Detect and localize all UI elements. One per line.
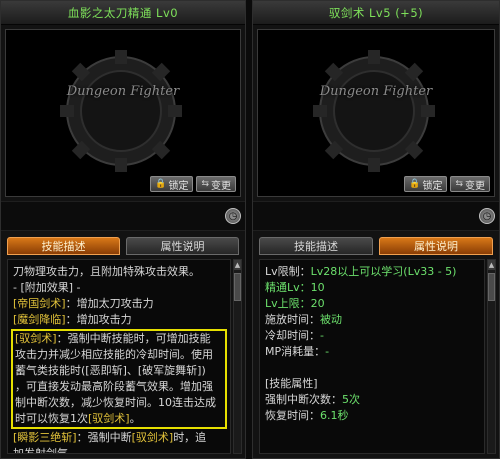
tab-attr-desc[interactable]: 属性说明 <box>379 237 493 255</box>
attr-value: 5次 <box>342 393 360 406</box>
attr-label: 施放时间： <box>265 313 320 326</box>
transfer-icon: ⇆ <box>201 179 209 189</box>
attr-label: MP消耗量： <box>265 345 326 358</box>
scroll-thumb[interactable] <box>234 273 241 301</box>
skill-panel-left: 血影之太刀精通 Lv0 Dungeon Fighter 🔒 锁定 ⇆ 变更 ◷ 技能… <box>0 0 246 459</box>
transfer-button[interactable]: ⇆ 变更 <box>450 176 490 192</box>
highlighted-effect-box: [驭剑术]：强制中断技能时，可增加技能 攻击力并减少相应技能的冷却时间。使用 蓄… <box>11 329 227 429</box>
tab-attr-desc[interactable]: 属性说明 <box>126 237 239 255</box>
attr-value: 被动 <box>320 313 342 326</box>
skill-panel-right: 驭剑术 Lv5 (+5) Dungeon Fighter 🔒 锁定 ⇆ 变更 ◷ 技… <box>252 0 500 459</box>
effect-text: 时可以恢复1次 <box>15 412 88 425</box>
ribbon-bar <box>1 201 245 231</box>
effect-name: [驭剑术] <box>131 431 174 444</box>
attr-label: 冷却时间： <box>265 329 320 342</box>
attr-value: Lv28以上可以学习(Lv33 - 5) <box>310 265 457 278</box>
effect-text: ：增加太刀攻击力 <box>65 297 154 310</box>
skill-preview: Dungeon Fighter 🔒 锁定 ⇆ 变更 <box>257 29 495 197</box>
watermark-text: Dungeon Fighter <box>319 84 433 99</box>
lock-button[interactable]: 🔒 锁定 <box>404 176 448 192</box>
effect-name: [驭剑术] <box>15 332 57 345</box>
lock-icon: 🔒 <box>155 179 167 189</box>
gear-emblem-icon <box>313 50 435 172</box>
skill-attributes: Lv限制：Lv28以上可以学习(Lv33 - 5) 精通Lv：10 Lv上限：2… <box>259 259 485 454</box>
attr-value: - <box>320 329 324 342</box>
attr-label: Lv限制： <box>265 265 311 278</box>
scroll-up-icon[interactable]: ▲ <box>488 260 495 270</box>
extra-effects-header: - [附加效果] - <box>13 281 81 294</box>
effect-name: [帝国剑术] <box>13 297 66 310</box>
skill-description: 刀物理攻击力，且附加特殊攻击效果。 - [附加效果] - [帝国剑术]：增加太刀… <box>7 259 231 454</box>
transfer-icon: ⇆ <box>455 179 463 189</box>
effect-text: ：增加攻击力 <box>65 313 132 326</box>
lock-label: 锁定 <box>422 180 443 192</box>
effect-text: ：强制中断技能时，可增加技能 <box>56 332 211 345</box>
effect-text: 时，追 <box>173 431 207 444</box>
attr-label: 强制中断次数： <box>265 393 342 406</box>
skill-title: 驭剑术 Lv5 (+5) <box>253 1 499 25</box>
watermark-text: Dungeon Fighter <box>66 84 180 99</box>
effect-name: [驭剑术] <box>88 412 130 425</box>
effect-text: 。 <box>129 412 141 425</box>
effect-text: ：强制中断 <box>76 431 132 444</box>
desc-intro: 刀物理攻击力，且附加特殊攻击效果。 <box>13 265 200 278</box>
attr-value: 6.1秒 <box>320 409 349 422</box>
effect-text: 蓄气类技能时([恶即斩]、[破军旋舞斩]) <box>15 364 206 377</box>
lock-button[interactable]: 🔒 锁定 <box>150 176 194 192</box>
transfer-label: 变更 <box>465 180 485 192</box>
skill-title: 血影之太刀精通 Lv0 <box>1 1 245 25</box>
transfer-button[interactable]: ⇆ 变更 <box>196 176 236 192</box>
attr-label: 恢复时间： <box>265 409 320 422</box>
ribbon-bar <box>253 201 499 231</box>
gear-emblem-icon <box>60 50 182 172</box>
clock-icon[interactable]: ◷ <box>479 208 495 224</box>
lock-icon: 🔒 <box>409 179 421 189</box>
attr-label: 精通Lv： <box>265 281 311 294</box>
scroll-thumb[interactable] <box>488 273 495 301</box>
lock-label: 锁定 <box>168 180 189 192</box>
transfer-label: 变更 <box>211 180 231 192</box>
tab-skill-desc[interactable]: 技能描述 <box>7 237 120 255</box>
attr-section-header: [技能属性] <box>265 377 318 390</box>
attr-value: 20 <box>310 297 325 310</box>
effect-text: 制中断次数，减少恢复时间。10连击达成 <box>15 396 216 409</box>
effect-name: [魔剑降临] <box>13 313 66 326</box>
attr-value: - <box>325 345 330 358</box>
effect-text: 加发射剑气。 <box>13 447 79 454</box>
clock-icon[interactable]: ◷ <box>225 208 241 224</box>
scrollbar[interactable]: ▲ <box>233 259 242 454</box>
scrollbar[interactable]: ▲ <box>487 259 496 454</box>
tab-skill-desc[interactable]: 技能描述 <box>259 237 373 255</box>
attr-value: 10 <box>310 281 325 294</box>
attr-label: Lv上限： <box>265 297 311 310</box>
effect-text: 攻击力并减少相应技能的冷却时间。使用 <box>15 348 213 361</box>
effect-text: ，可直接发动最高阶段蓄气效果。增加强 <box>15 380 213 393</box>
scroll-up-icon[interactable]: ▲ <box>234 260 241 270</box>
effect-name: [瞬影三绝斩] <box>13 431 77 444</box>
skill-preview: Dungeon Fighter 🔒 锁定 ⇆ 变更 <box>5 29 241 197</box>
